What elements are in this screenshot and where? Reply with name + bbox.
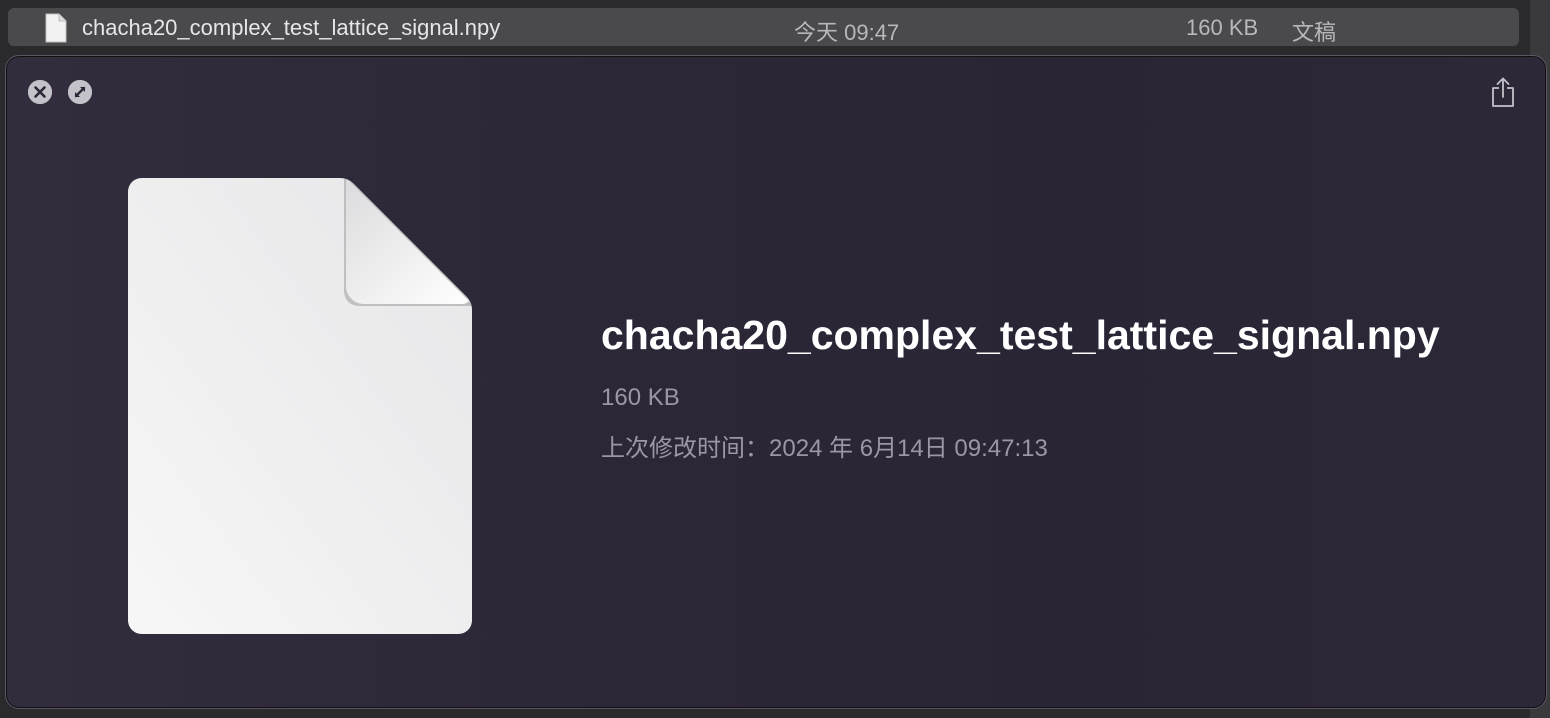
- file-title: chacha20_complex_test_lattice_signal.npy: [601, 312, 1440, 358]
- file-date: 今天 09:47: [794, 20, 900, 45]
- close-icon: [28, 80, 52, 104]
- fullscreen-button[interactable]: [68, 80, 92, 104]
- quicklook-panel: chacha20_complex_test_lattice_signal.npy…: [5, 55, 1547, 709]
- finder-file-row[interactable]: chacha20_complex_test_lattice_signal.npy…: [8, 8, 1519, 46]
- generic-document-icon: [128, 178, 472, 634]
- close-button[interactable]: [28, 80, 52, 104]
- file-size-detail: 160 KB: [601, 384, 680, 411]
- file-name: chacha20_complex_test_lattice_signal.npy: [82, 15, 501, 40]
- document-icon: [45, 13, 67, 43]
- share-icon[interactable]: [1490, 76, 1516, 108]
- last-modified: 上次修改时间：2024 年 6月14日 09:47:13: [601, 435, 1048, 462]
- fullscreen-icon: [68, 80, 92, 104]
- file-kind: 文稿: [1292, 20, 1337, 45]
- file-size: 160 KB: [1186, 15, 1259, 40]
